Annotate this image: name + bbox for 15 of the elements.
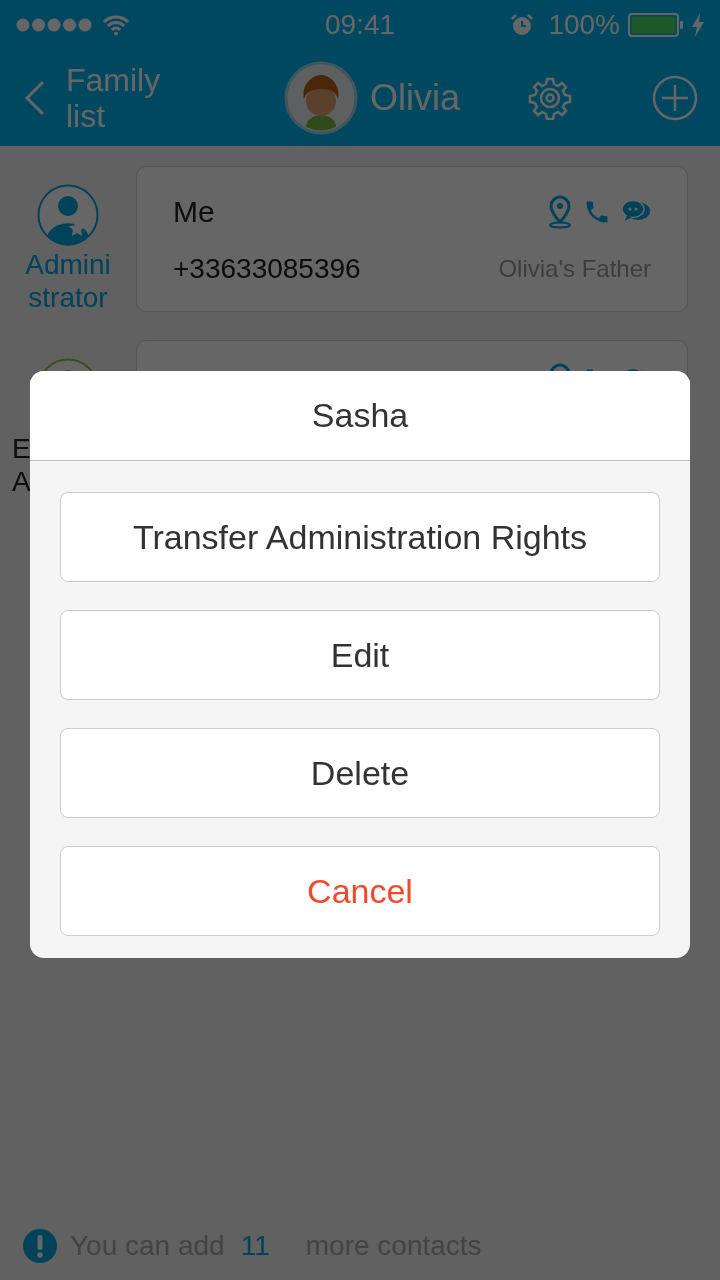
role-label: E <box>12 432 31 465</box>
role-label: Admini <box>25 248 111 281</box>
role-label: strator <box>28 281 108 314</box>
sheet-title: Sasha <box>311 395 409 436</box>
child-name-title: Olivia <box>370 76 461 120</box>
status-time: 09:41 <box>323 8 397 42</box>
role-label: A <box>12 465 31 498</box>
remaining-count: 11 <box>240 1229 270 1263</box>
battery-percent: 100% <box>548 8 620 42</box>
contact-phone: +33633085396 <box>173 252 361 286</box>
action-button[interactable]: Transfer Administration Rights <box>60 492 660 582</box>
action-button[interactable]: Edit <box>60 610 660 700</box>
cancel-button[interactable]: Cancel <box>60 846 660 936</box>
contact-name: Me <box>173 194 215 230</box>
action-button[interactable]: Delete <box>60 728 660 818</box>
